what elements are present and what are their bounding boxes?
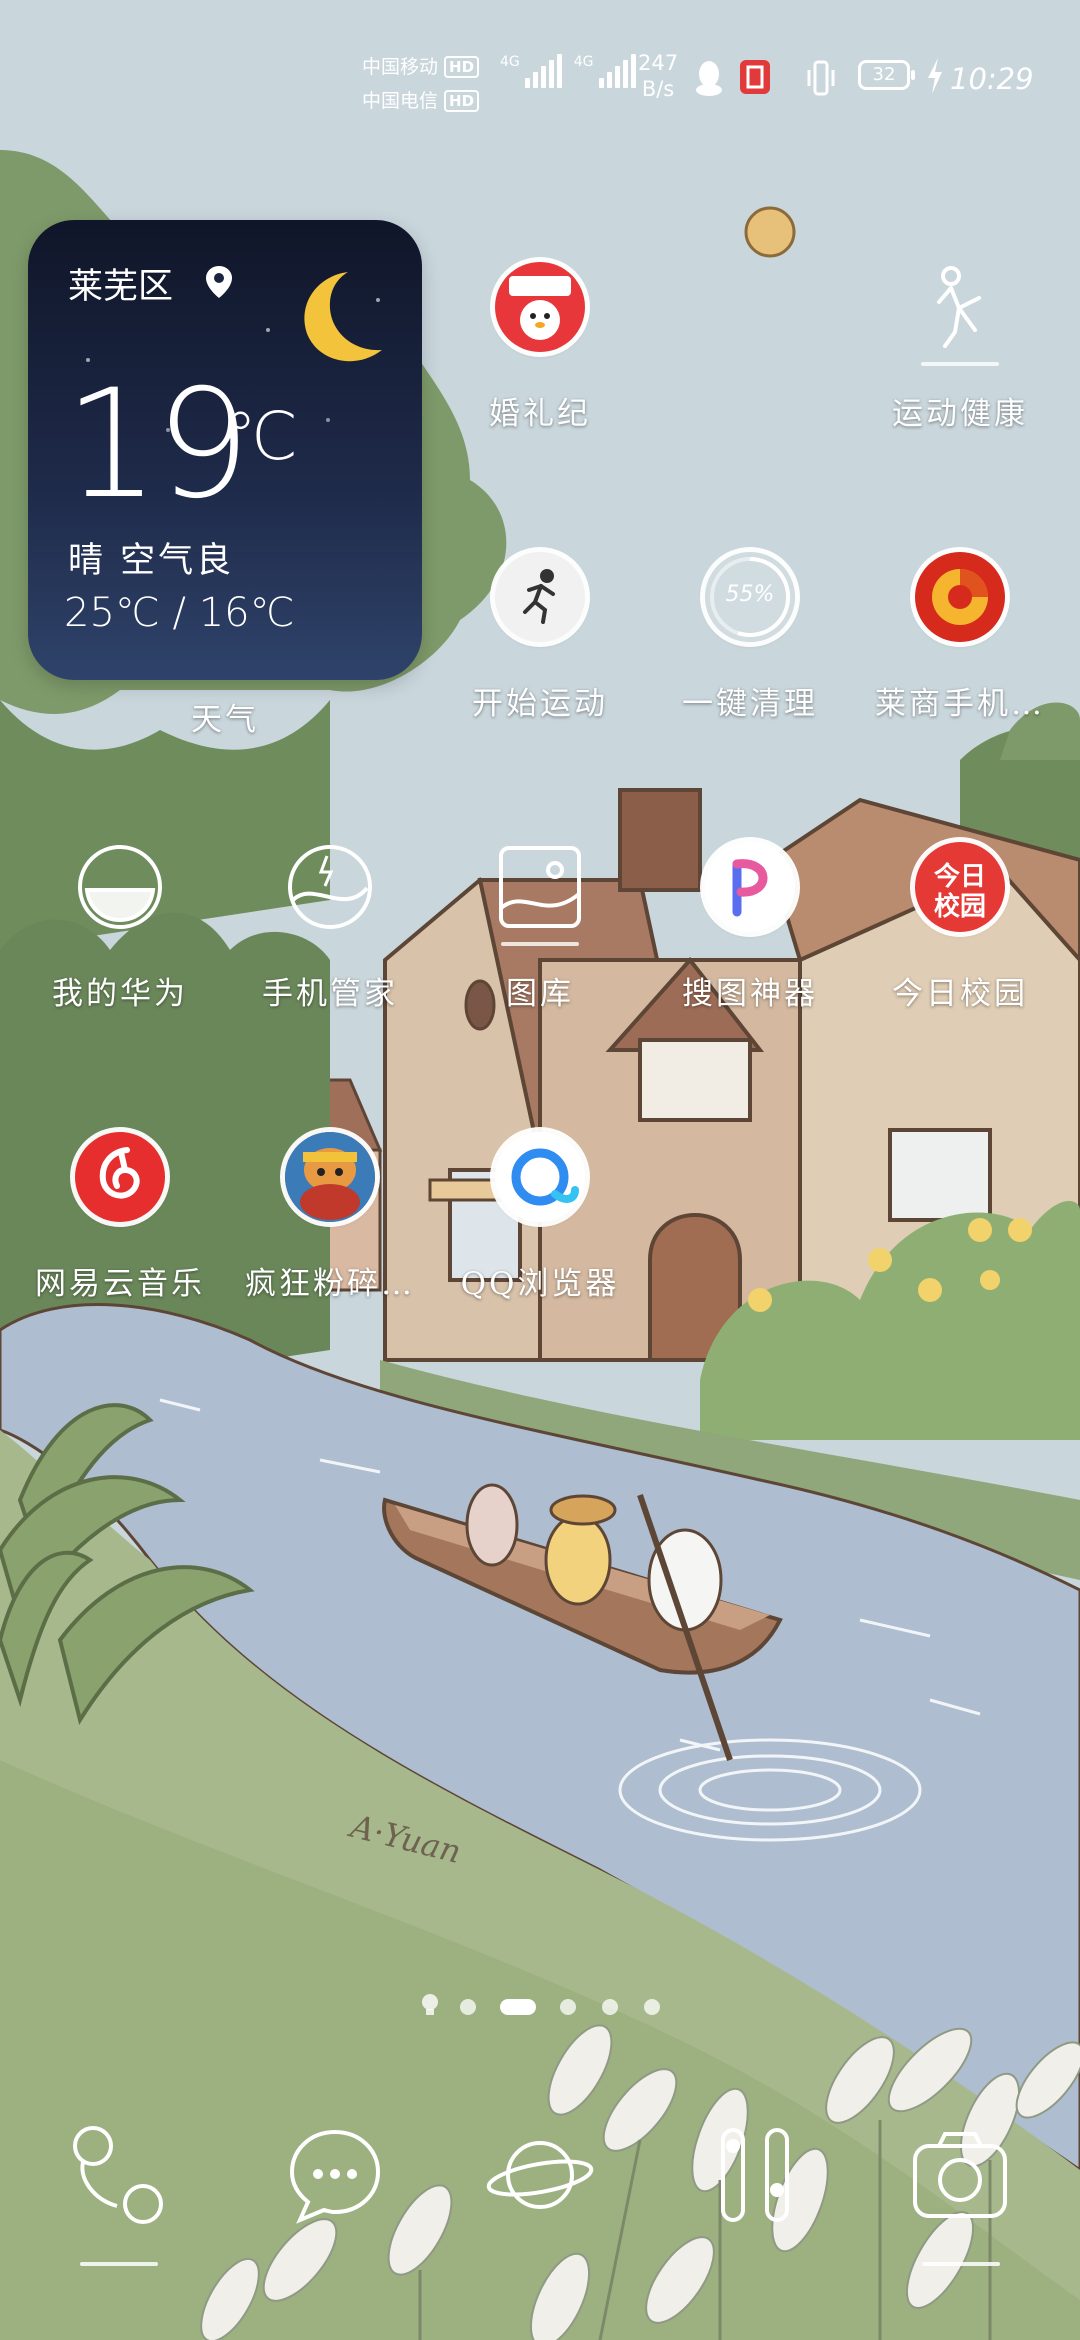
app-netease-music[interactable]: 网易云音乐 [15,1132,225,1352]
app-label: 我的华为 [52,976,188,1012]
signal-1-icon: 4G [500,54,562,88]
weather-temp-range: 25℃ / 16℃ [64,590,295,636]
app-qq-browser[interactable]: QQ浏览器 [435,1132,645,1352]
app-label: 图库 [506,976,574,1012]
app-label: QQ浏览器 [460,1266,620,1302]
book-icon [740,60,770,94]
cleanup-percent: 55% [725,582,775,607]
app-label: 开始运动 [472,686,608,722]
app-today-campus[interactable]: 今日 校园 今日校园 [855,842,1065,1062]
app-label: 手机管家 [262,976,398,1012]
page-dot[interactable] [460,1999,476,2015]
dock-underline [80,2262,158,2266]
weather-temperature: 19 [64,358,251,532]
weather-location: 莱芜区 [68,267,174,307]
network-speed-unit: B/s [641,77,675,101]
qq-browser-icon [495,1132,585,1222]
lightbulb-icon [422,1994,438,2015]
weather-condition: 晴 空气良 [68,541,235,581]
laishang-bank-icon [915,552,1005,642]
phone-icon[interactable] [65,2120,175,2230]
charging-bolt-icon [928,58,942,94]
shield-wave-icon [285,842,375,932]
status-time: 10:29 [950,62,1034,96]
app-gallery[interactable]: 图库 [435,842,645,1062]
qq-icon [696,61,722,96]
app-label: 一键清理 [682,686,818,722]
moon-icon [304,272,382,362]
network-type-2: 4G [573,54,594,70]
app-label: 运动健康 [892,396,1028,432]
weather-temperature-unit: ℃ [224,398,299,475]
page-dot-active[interactable] [500,1999,536,2015]
campus-logo-line-2: 校园 [933,892,986,922]
hd-badge-2: HD [444,90,480,112]
running-person-icon [495,552,585,642]
browser-planet-icon[interactable] [485,2120,595,2230]
runner-outline-icon [915,262,1005,352]
app-label: 婚礼纪 [489,396,591,432]
today-campus-icon: 今日 校园 [915,842,1005,932]
status-bar: 中国移动 HD 中国电信 HD 4G 4G 247 B/s 32 10:29 [0,40,1080,112]
app-huawei-health[interactable]: 运动健康 [855,262,1065,482]
location-pin-icon [206,266,232,298]
messages-icon[interactable] [280,2120,390,2230]
page-dot[interactable] [560,1999,576,2015]
page-indicator[interactable] [0,1993,1080,2023]
app-crazy-smash[interactable]: 疯狂粉碎… [225,1132,435,1352]
hd-badge-1: HD [444,56,480,78]
network-type-1: 4G [500,54,520,70]
page-underline [921,362,999,366]
carrier-2: 中国电信 [362,90,439,112]
page-dot[interactable] [602,1999,618,2015]
carrier-info: 中国移动 HD 中国电信 HD [362,50,480,118]
page-underline [501,942,579,946]
network-speed: 247 B/s [638,50,678,102]
gallery-icon [495,842,585,932]
app-label: 网易云音乐 [35,1266,205,1302]
p-logo-icon [705,842,795,932]
app-hunliji[interactable]: 婚礼纪 [435,262,645,482]
app-laishang-bank[interactable]: 莱商手机… [855,552,1065,772]
weather-widget[interactable]: 莱芜区 19 ℃ 晴 空气良 25℃ / 16℃ [28,220,422,680]
app-label: 今日校园 [892,976,1028,1012]
app-start-workout[interactable]: 开始运动 [435,552,645,772]
battery-indicator: 32 [858,60,915,90]
carrier-1: 中国移动 [362,56,439,78]
network-speed-value: 247 [638,51,679,75]
app-phone-manager[interactable]: 手机管家 [225,842,435,1062]
app-one-key-clean[interactable]: 55% 一键清理 [645,552,855,772]
app-label: 搜图神器 [682,976,818,1012]
app-my-huawei[interactable]: 我的华为 [15,842,225,1062]
signal-2-icon: 4G [574,54,636,88]
bowl-outline-icon [75,842,165,932]
cleanup-percent-icon: 55% [705,552,795,642]
dock-underline [922,2262,1000,2266]
weather-label: 天气 [191,702,259,738]
vibrate-icon [807,60,835,96]
game-character-icon [285,1132,375,1222]
app-label: 莱商手机… [875,686,1045,722]
netease-music-icon [75,1132,165,1222]
app-label: 疯狂粉碎… [245,1266,415,1302]
camera-flash-icon[interactable] [705,2120,815,2230]
page-dot[interactable] [644,1999,660,2015]
wedding-app-icon [495,262,585,352]
app-sou-tu-shen-qi[interactable]: 搜图神器 [645,842,855,1062]
camera-icon[interactable] [905,2120,1015,2230]
signal-indicators: 4G 4G [500,54,636,88]
